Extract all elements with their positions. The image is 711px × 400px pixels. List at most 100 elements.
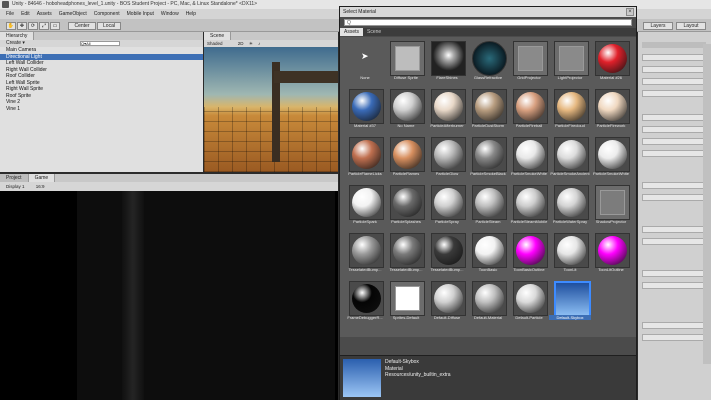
material-item[interactable]: Default-Particle [510, 281, 548, 326]
material-item[interactable]: No Name [387, 89, 425, 134]
material-item[interactable]: ParticleSmokeBlack [469, 137, 507, 182]
material-item[interactable]: ShadowProjector [592, 185, 630, 230]
material-item[interactable]: ParticleSteamMobile [510, 185, 548, 230]
material-item[interactable]: ToonLitOutline [592, 233, 630, 278]
material-item[interactable]: TesselatedBump... [346, 233, 384, 278]
material-item[interactable]: TesselatedBump... [387, 233, 425, 278]
material-item[interactable]: ParticleFirecloud [551, 89, 589, 134]
menu-edit[interactable]: Edit [21, 9, 30, 19]
material-item[interactable]: ParticleGlow [428, 137, 466, 182]
scene-audio-icon[interactable]: ♪ [254, 41, 260, 46]
material-item[interactable]: ParticleFlameLicks [346, 137, 384, 182]
inspector-field[interactable] [642, 114, 708, 121]
inspector-field[interactable] [642, 54, 708, 61]
inspector-field[interactable] [642, 138, 708, 145]
inspector-field[interactable] [642, 126, 708, 133]
material-item[interactable]: ParticleDustStorm [469, 89, 507, 134]
inspector-field[interactable] [642, 150, 708, 157]
material-item[interactable]: GlassRefractive [469, 41, 507, 86]
material-item[interactable]: ➤ None [346, 41, 384, 86]
material-preview-panel: Default-Skybox Material Resources/unity_… [340, 355, 636, 400]
material-item[interactable]: FlareShines [428, 41, 466, 86]
menu-gameobject[interactable]: GameObject [59, 9, 87, 19]
material-item[interactable]: ParticleAfterburner [428, 89, 466, 134]
material-item[interactable]: ParticleFireball [510, 89, 548, 134]
pivot-center-button[interactable]: Center [68, 22, 96, 30]
material-item[interactable]: ToonBasic [469, 233, 507, 278]
menu-mobile-input[interactable]: Mobile Input [127, 9, 154, 19]
inspector-field[interactable] [642, 334, 708, 341]
material-item[interactable]: ParticleSmokeWhite [510, 137, 548, 182]
material-item[interactable]: ParticleWaterSpray [551, 185, 589, 230]
material-item[interactable]: Material #37 [346, 89, 384, 134]
inspector-field[interactable] [642, 238, 708, 245]
tab-assets[interactable]: Assets [340, 28, 364, 36]
material-item[interactable]: GridProjector [510, 41, 548, 86]
material-item[interactable]: Default-Diffuse [428, 281, 466, 326]
material-thumbnail [595, 233, 630, 268]
material-item[interactable]: ParticleSmokeAncient [550, 137, 590, 182]
material-item[interactable]: ParticleSmokeWhite [592, 137, 630, 182]
tab-scene-assets[interactable]: Scene [363, 28, 385, 36]
material-label: ParticleWaterSpray [552, 219, 588, 224]
material-item[interactable]: ParticleSpark [346, 185, 384, 230]
inspector-field[interactable] [642, 226, 708, 233]
inspector-field[interactable] [642, 270, 708, 277]
scene-viewport[interactable] [204, 47, 338, 172]
tab-scene[interactable]: Scene [204, 32, 232, 40]
tab-hierarchy[interactable]: Hierarchy [0, 32, 35, 40]
material-item[interactable]: ParticleSplashes [387, 185, 425, 230]
menu-window[interactable]: Window [161, 9, 179, 19]
rect-tool-icon[interactable]: ▭ [50, 22, 60, 30]
material-item[interactable]: ParticleSteam [469, 185, 507, 230]
menu-file[interactable]: File [6, 9, 14, 19]
material-item[interactable]: ParticleFirework [592, 89, 630, 134]
dialog-close-button[interactable]: × [626, 8, 634, 16]
material-item[interactable]: Diffuse Sprite [387, 41, 425, 86]
material-item[interactable]: ToonBasicOutline [510, 233, 548, 278]
hierarchy-item[interactable]: Vine 1 [6, 106, 203, 113]
inspector-field[interactable] [642, 194, 708, 201]
rotate-tool-icon[interactable]: ⟳ [28, 22, 38, 30]
material-label: ParticleSpray [435, 219, 459, 224]
material-label: ParticleSplashes [391, 219, 421, 224]
aspect-dropdown[interactable]: 16:9 [26, 184, 45, 189]
tab-game[interactable]: Game [28, 174, 56, 182]
material-thumbnail [349, 137, 384, 172]
hand-tool-icon[interactable]: ✋ [6, 22, 16, 30]
inspector-scrollbar[interactable] [703, 44, 711, 364]
hierarchy-create-button[interactable]: Create ▾ [0, 40, 25, 46]
material-item[interactable]: ParticleFlames [387, 137, 425, 182]
menu-help[interactable]: Help [186, 9, 196, 19]
material-search-input[interactable]: Q [344, 19, 632, 26]
material-item[interactable]: ToonLit [551, 233, 589, 278]
tab-project[interactable]: Project [0, 174, 29, 182]
display-dropdown[interactable]: Display 1 [0, 184, 25, 189]
material-item[interactable]: TesselatedBump... [428, 233, 466, 278]
menu-component[interactable]: Component [94, 9, 120, 19]
layout-dropdown[interactable]: Layout [676, 22, 706, 30]
inspector-field[interactable] [642, 322, 708, 329]
material-item[interactable]: Default-Material [469, 281, 507, 326]
scene-shading-dropdown[interactable]: Shaded [204, 41, 223, 46]
move-tool-icon[interactable]: ✥ [17, 22, 27, 30]
material-item[interactable]: LightProjector [551, 41, 589, 86]
inspector-field[interactable] [642, 66, 708, 73]
scale-tool-icon[interactable]: ⤢ [39, 22, 49, 30]
pivot-local-button[interactable]: Local [97, 22, 121, 30]
game-viewport[interactable] [0, 191, 338, 400]
inspector-field[interactable] [642, 78, 708, 85]
inspector-field[interactable] [642, 182, 708, 189]
layers-dropdown[interactable]: Layers [643, 22, 673, 30]
scene-light-icon[interactable]: ☀ [245, 41, 253, 46]
hierarchy-search-input[interactable]: Q▾All [80, 41, 120, 46]
material-item[interactable]: Material #26 [592, 41, 630, 86]
scene-2d-toggle[interactable]: 2D [224, 41, 244, 46]
inspector-field[interactable] [642, 282, 708, 289]
menu-assets[interactable]: Assets [37, 9, 52, 19]
material-item[interactable]: Default-Skybox [549, 281, 591, 326]
material-item[interactable]: Sprites-Default [387, 281, 425, 326]
material-item[interactable]: ParticleSpray [428, 185, 466, 230]
inspector-field[interactable] [642, 90, 708, 97]
material-item[interactable]: FrameDebuggerR... [346, 281, 384, 326]
